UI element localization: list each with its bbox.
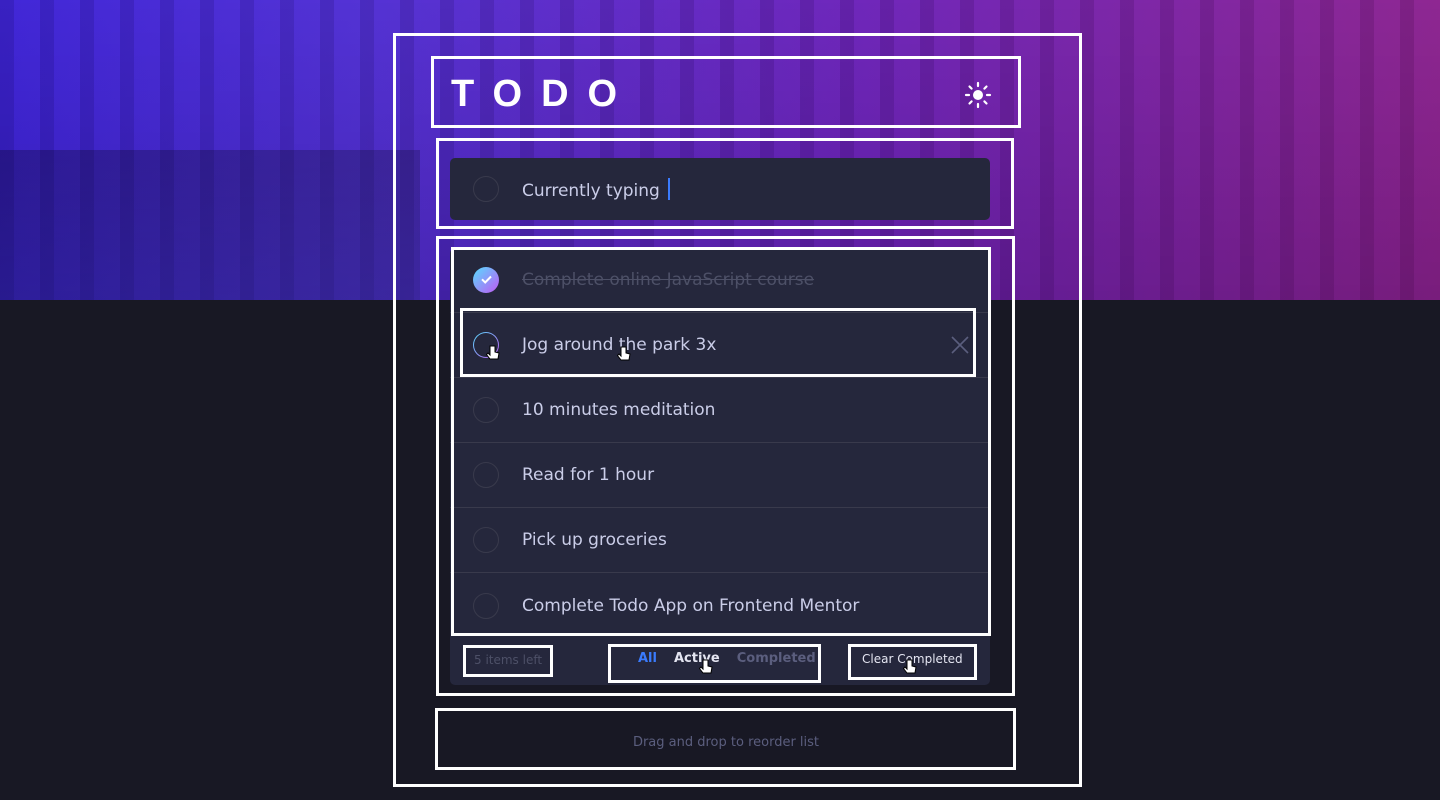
todo-label: Read for 1 hour [522, 465, 655, 485]
todo-item[interactable]: 10 minutes meditation [450, 378, 990, 443]
todo-item[interactable]: Jog around the park 3x [450, 313, 990, 378]
items-left-count: 5 items left [474, 653, 543, 667]
empty-circle-icon[interactable] [473, 592, 499, 619]
filter-completed[interactable]: Completed [737, 651, 816, 666]
delete-button[interactable] [950, 335, 970, 355]
sun-icon [964, 81, 992, 109]
todo-list: Complete online JavaScript course Jog ar… [450, 248, 990, 685]
filter-all[interactable]: All [638, 651, 657, 666]
todo-label: 10 minutes meditation [522, 400, 716, 420]
empty-circle-icon[interactable] [473, 176, 499, 202]
todo-item[interactable]: Complete online JavaScript course [450, 248, 990, 313]
todo-label: Pick up groceries [522, 530, 667, 550]
app-header: TODO [431, 56, 1021, 128]
todo-item[interactable]: Pick up groceries [450, 508, 990, 573]
empty-circle-icon[interactable] [473, 527, 499, 553]
empty-circle-icon[interactable] [473, 397, 499, 423]
checked-circle-icon[interactable] [473, 267, 499, 293]
close-icon [951, 336, 969, 354]
todo-label: Complete online JavaScript course [522, 270, 815, 290]
todo-item[interactable]: Read for 1 hour [450, 443, 990, 508]
pointer-cursor-icon [903, 659, 917, 674]
pointer-cursor-icon [617, 346, 631, 361]
pointer-cursor-icon [486, 345, 500, 360]
drag-hint: Drag and drop to reorder list [632, 735, 820, 750]
pointer-cursor-icon [699, 659, 713, 674]
app-title: TODO [451, 73, 637, 115]
filter-tabs: All Active Completed [638, 651, 833, 666]
todo-label: Complete Todo App on Frontend Mentor [522, 595, 860, 616]
new-todo-input[interactable]: Currently typing [450, 158, 990, 220]
todo-item[interactable]: Complete Todo App on Frontend Mentor [450, 573, 990, 638]
empty-circle-icon[interactable] [473, 462, 499, 488]
check-icon [481, 275, 492, 284]
new-todo-text: Currently typing [522, 181, 660, 201]
text-caret [667, 178, 670, 200]
theme-toggle-button[interactable] [963, 80, 993, 110]
